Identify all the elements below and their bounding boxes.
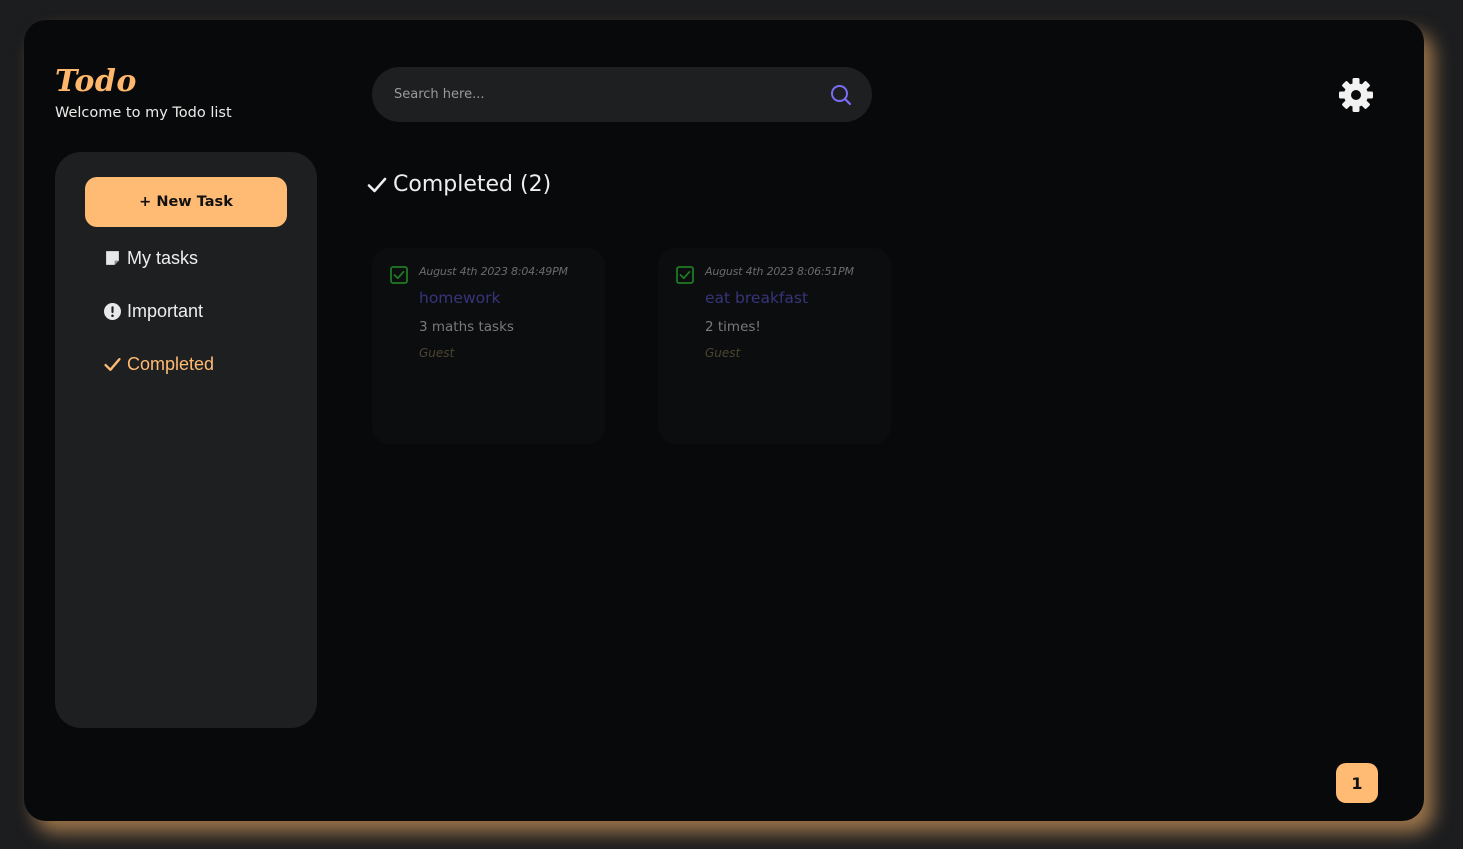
brand: Todo Welcome to my Todo list <box>55 64 232 122</box>
app-window: Todo Welcome to my Todo list + New Task <box>24 20 1424 821</box>
completed-checkbox[interactable] <box>676 266 694 284</box>
sidebar-item-label: Important <box>127 301 204 321</box>
new-task-button[interactable]: + New Task <box>85 177 287 227</box>
completed-checkbox[interactable] <box>390 266 408 284</box>
task-card[interactable]: August 4th 2023 8:04:49PM homework 3 mat… <box>372 248 605 444</box>
note-icon <box>106 251 119 265</box>
task-title: homework <box>419 289 501 307</box>
exclamation-icon <box>104 303 121 320</box>
search-input[interactable] <box>392 86 816 103</box>
sidebar-item-label: My tasks <box>127 248 199 268</box>
search-icon[interactable] <box>829 83 853 107</box>
sidebar-item-important[interactable]: Important <box>104 301 203 322</box>
pagination-page-button[interactable]: 1 <box>1336 763 1378 803</box>
app-subtitle: Welcome to my Todo list <box>55 105 232 121</box>
sidebar-item-label: Completed <box>127 354 215 374</box>
task-title: eat breakfast <box>705 289 809 307</box>
task-description: 3 maths tasks <box>419 319 514 335</box>
page-title: Completed (2) <box>393 172 552 197</box>
check-icon <box>367 177 387 192</box>
task-date: August 4th 2023 8:04:49PM <box>419 265 568 278</box>
task-user: Guest <box>705 346 741 360</box>
sidebar-item-my-tasks[interactable]: My tasks <box>104 248 198 269</box>
task-user: Guest <box>419 346 455 360</box>
search-bar <box>372 67 872 122</box>
task-card[interactable]: August 4th 2023 8:06:51PM eat breakfast … <box>658 248 891 444</box>
task-description: 2 times! <box>705 319 761 335</box>
sidebar: + New Task My tasks Important Completed <box>55 152 317 728</box>
app-title: Todo <box>55 64 137 99</box>
task-date: August 4th 2023 8:06:51PM <box>705 265 854 278</box>
check-icon <box>104 358 121 371</box>
section-heading: Completed (2) <box>367 172 551 197</box>
sidebar-item-completed[interactable]: Completed <box>104 354 214 375</box>
gear-icon[interactable] <box>1338 77 1374 113</box>
